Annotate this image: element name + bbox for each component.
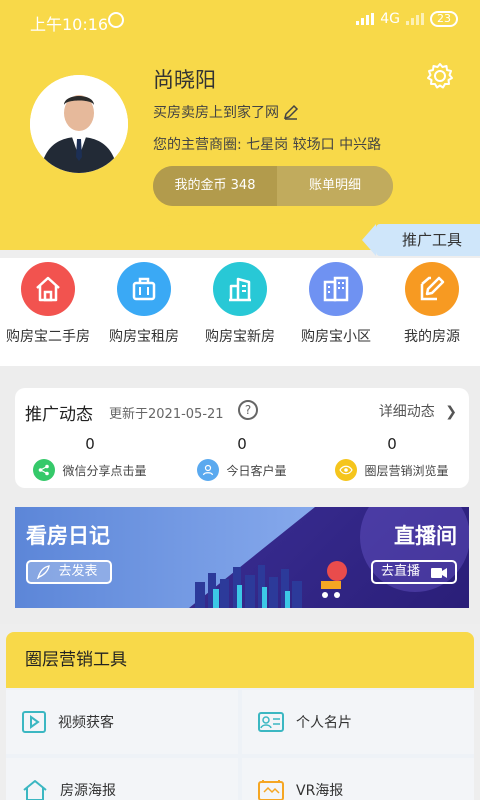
tool-business-card[interactable]: 个人名片	[242, 690, 474, 754]
video-icon	[22, 711, 46, 733]
network-type: 4G	[380, 11, 400, 27]
detail-link[interactable]: 详细动态 ❯	[379, 401, 457, 421]
pencil-icon[interactable]	[283, 104, 299, 120]
tool-label: 房源海报	[60, 783, 116, 799]
status-bar: 上午10:16 4G 23	[0, 0, 480, 40]
status-indicators: 4G 23	[356, 11, 458, 27]
live-room-title: 直播间	[394, 524, 457, 548]
share-icon	[33, 459, 56, 481]
shortcut-label: 购房宝新房	[205, 329, 275, 345]
status-time: 上午10:16	[30, 15, 109, 34]
profile-slogan[interactable]: 买房卖房上到家了网	[153, 102, 299, 122]
suitcase-icon	[117, 262, 171, 316]
avatar[interactable]	[30, 75, 128, 173]
marketing-tools-title: 圈层营销工具	[6, 632, 474, 688]
coin-pill: 我的金币 348 账单明细	[153, 166, 393, 206]
stat-label: 圈层营销浏览量	[364, 463, 449, 478]
stat-today-customers[interactable]: 0 今日客户量	[167, 435, 317, 481]
stat-value: 0	[85, 435, 95, 453]
business-districts: 您的主营商圈: 七星岗 较场口 中兴路	[153, 137, 382, 153]
vr-icon	[258, 780, 284, 800]
community-icon	[309, 262, 363, 316]
promo-tools-tag[interactable]: 推广工具	[362, 224, 480, 256]
shortcut-row: 购房宝二手房 购房宝租房 购房宝新房 购房宝小区 我的房源	[0, 258, 480, 366]
my-coins-button[interactable]: 我的金币 348	[153, 166, 277, 206]
help-icon[interactable]: ?	[238, 400, 258, 420]
detail-link-label: 详细动态	[378, 404, 435, 420]
gear-icon[interactable]	[426, 62, 454, 90]
go-publish-label: 去发表	[58, 564, 98, 579]
stat-label-row: 圈层营销浏览量	[317, 459, 467, 481]
shortcut-label: 购房宝租房	[109, 329, 179, 345]
house-outline-icon	[23, 780, 47, 800]
go-live-button[interactable]: 去直播	[371, 560, 457, 584]
building-icon	[213, 262, 267, 316]
shortcut-second-hand[interactable]: 购房宝二手房	[0, 258, 96, 366]
stats-updated-date: 更新于2021-05-21	[109, 407, 224, 422]
avatar-photo	[30, 75, 128, 173]
promo-banner: 看房日记 去发表 直播间 去直播	[15, 507, 469, 608]
card-icon	[258, 712, 284, 732]
camera-icon	[431, 568, 447, 578]
marketing-tools-section: 圈层营销工具 视频获客 个人名片 房源海报 VR海报	[6, 632, 474, 800]
marketing-tools-grid: 视频获客 个人名片 房源海报 VR海报	[6, 688, 474, 800]
go-live-label: 去直播	[381, 564, 421, 579]
chevron-right-icon: ❯	[445, 404, 457, 420]
battery-indicator: 23	[430, 11, 458, 27]
promo-stats-card: 推广动态 更新于2021-05-21 ? 详细动态 ❯ 0 微信分享点击量 0 …	[15, 388, 469, 488]
shortcut-rent[interactable]: 购房宝租房	[96, 258, 192, 366]
edit-icon	[405, 262, 459, 316]
shortcut-label: 购房宝小区	[301, 329, 371, 345]
go-publish-button[interactable]: 去发表	[26, 560, 112, 584]
stats-title: 推广动态	[25, 405, 93, 425]
user-icon	[197, 459, 220, 481]
shortcut-new-house[interactable]: 购房宝新房	[192, 258, 288, 366]
stat-value: 0	[237, 435, 247, 453]
alarm-icon	[108, 12, 124, 28]
stat-label: 微信分享点击量	[62, 463, 147, 478]
house-icon	[21, 262, 75, 316]
shortcut-my-listings[interactable]: 我的房源	[384, 258, 480, 366]
shortcut-label: 我的房源	[404, 329, 460, 345]
stat-wechat-clicks[interactable]: 0 微信分享点击量	[15, 435, 165, 481]
tool-vr-poster[interactable]: VR海报	[242, 758, 474, 800]
user-name: 尚晓阳	[153, 68, 216, 92]
feather-icon	[37, 565, 50, 579]
stat-label: 今日客户量	[226, 463, 287, 478]
slogan-text: 买房卖房上到家了网	[153, 105, 279, 121]
tool-label: VR海报	[296, 783, 344, 799]
stat-value: 0	[387, 435, 397, 453]
tool-video-acquisition[interactable]: 视频获客	[6, 690, 238, 754]
shortcut-label: 购房宝二手房	[6, 329, 90, 345]
wifi-signal-icon	[406, 13, 424, 25]
stat-label-row: 今日客户量	[167, 459, 317, 481]
tool-listing-poster[interactable]: 房源海报	[6, 758, 238, 800]
stat-label-row: 微信分享点击量	[15, 459, 165, 481]
stat-marketing-views[interactable]: 0 圈层营销浏览量	[317, 435, 467, 481]
signal-icon	[356, 13, 375, 25]
tool-label: 视频获客	[58, 715, 114, 731]
eye-icon	[335, 459, 358, 481]
tool-label: 个人名片	[296, 715, 352, 731]
house-diary-title: 看房日记	[26, 524, 110, 548]
bill-details-button[interactable]: 账单明细	[277, 166, 393, 206]
shortcut-community[interactable]: 购房宝小区	[288, 258, 384, 366]
